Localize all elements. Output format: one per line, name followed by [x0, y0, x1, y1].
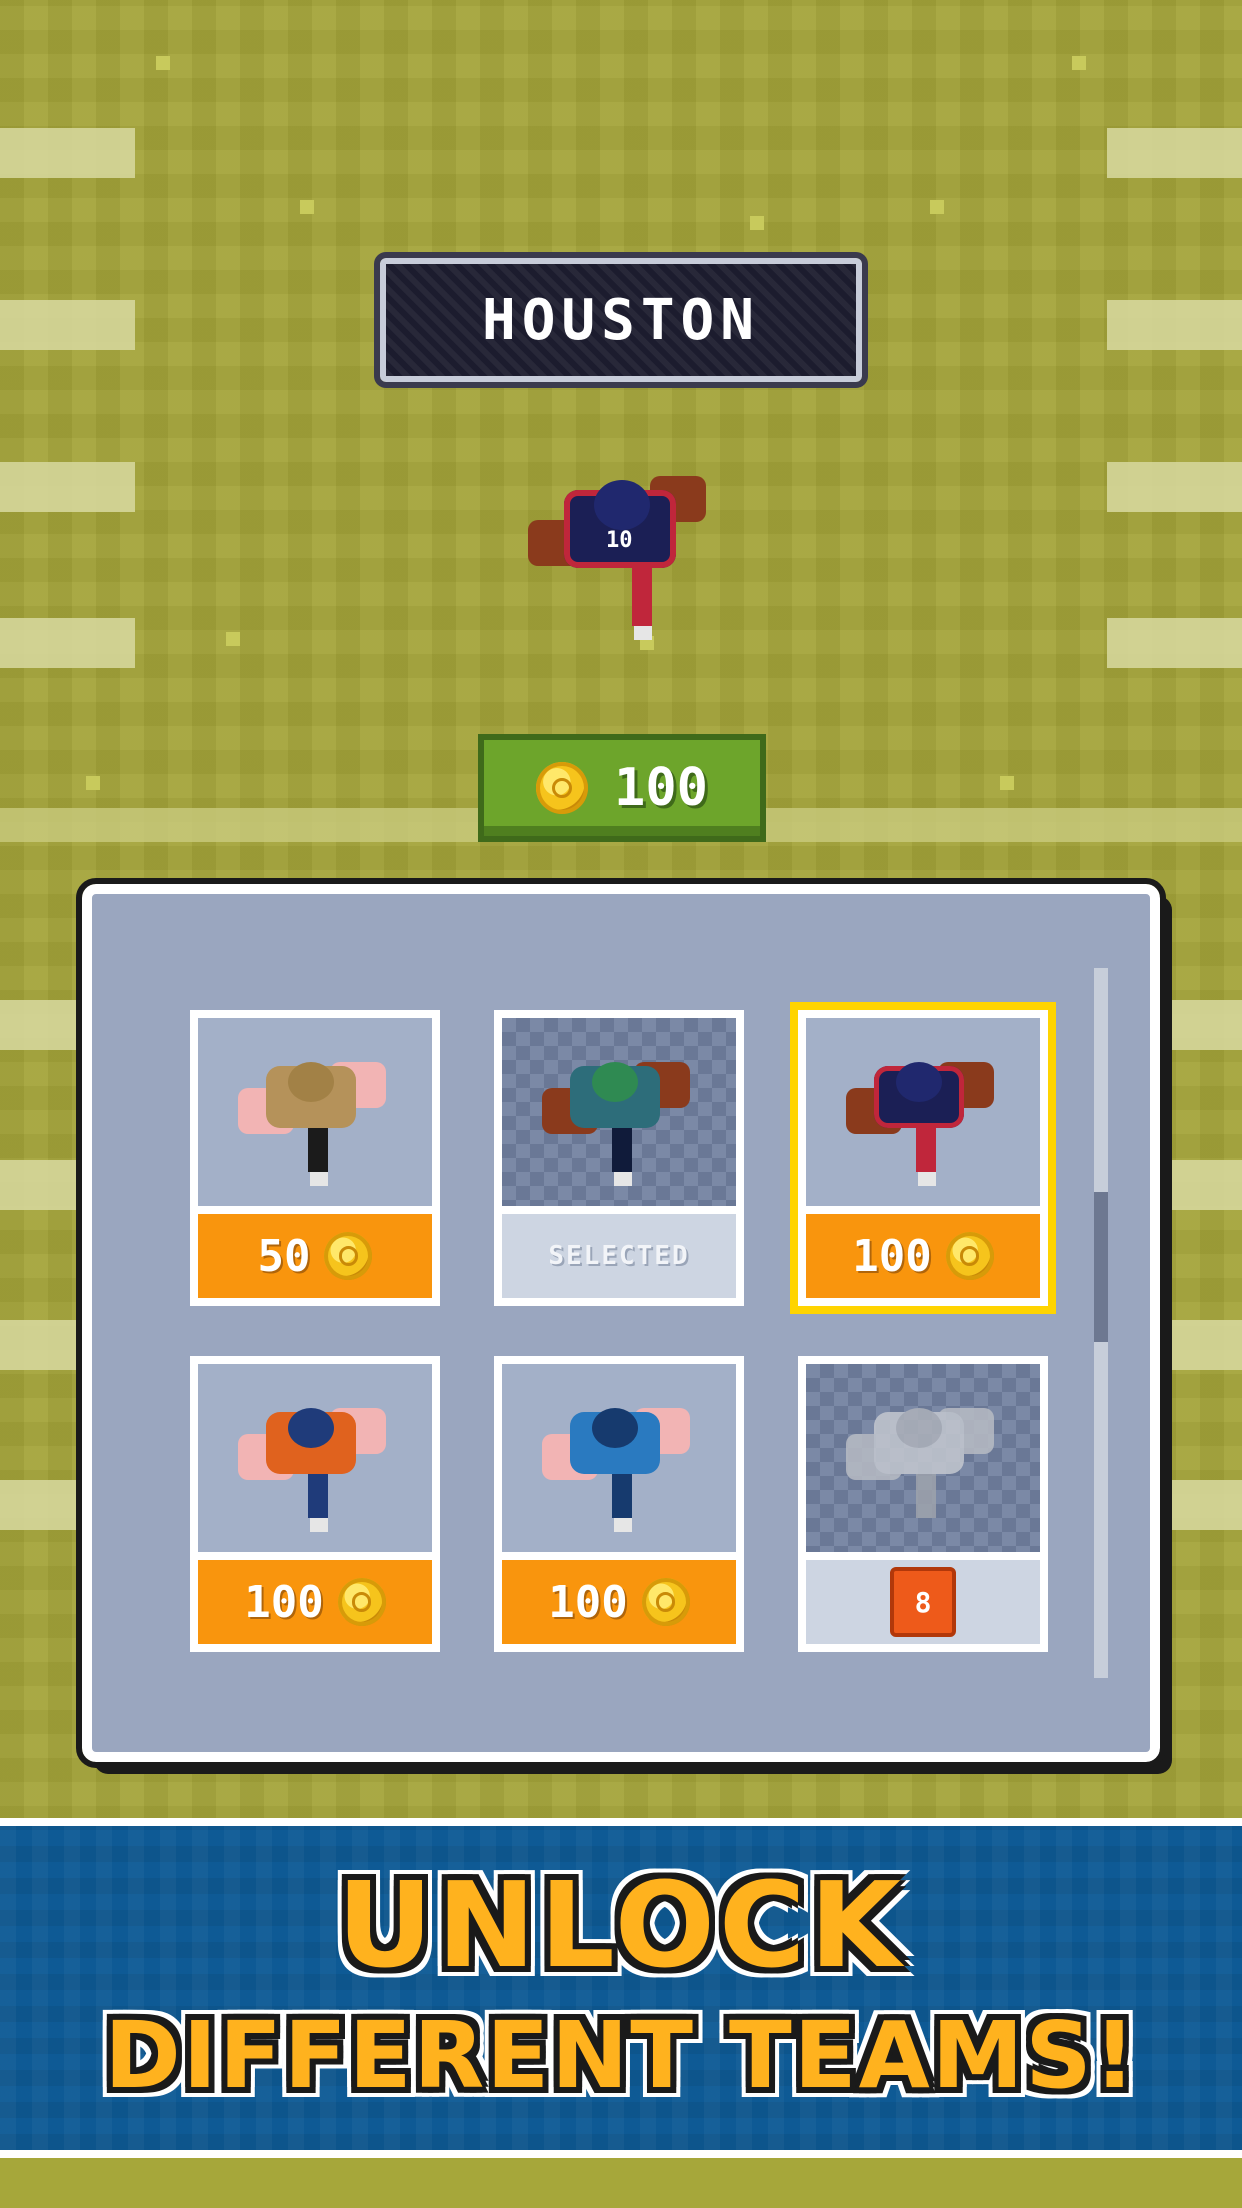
team-thumbnail — [198, 1018, 432, 1206]
player-sprite — [542, 1390, 692, 1540]
yard-marker — [0, 618, 135, 668]
locked-indicator: 8 — [806, 1560, 1040, 1644]
yard-marker — [0, 300, 135, 350]
field-bottom-strip — [0, 2158, 1242, 2208]
coin-icon — [536, 762, 589, 814]
coin-balance-amount: 100 — [614, 758, 708, 818]
price-amount: 50 — [257, 1230, 311, 1282]
locked-player-silhouette — [846, 1390, 996, 1540]
player-sprite — [238, 1390, 388, 1540]
team-card-green[interactable]: SELECTED — [494, 1010, 744, 1306]
grass-speck — [86, 776, 100, 790]
grass-speck — [1000, 776, 1014, 790]
yard-marker — [1107, 300, 1242, 350]
player-helmet — [594, 480, 650, 530]
yard-marker — [0, 462, 135, 512]
price-button[interactable]: 50 — [198, 1214, 432, 1298]
coin-icon — [945, 1232, 994, 1280]
coin-icon — [641, 1578, 690, 1626]
selected-label: SELECTED — [548, 1241, 690, 1271]
scrollbar-thumb[interactable] — [1094, 1192, 1108, 1342]
team-thumbnail — [198, 1364, 432, 1552]
player-sprite — [238, 1044, 388, 1194]
team-card-lightblue[interactable]: 100 — [494, 1356, 744, 1652]
player-leg — [632, 566, 652, 626]
price-amount: 100 — [244, 1576, 324, 1628]
team-name-banner: HOUSTON — [374, 252, 868, 388]
yard-marker — [1107, 618, 1242, 668]
team-card-locked[interactable]: 8 — [798, 1356, 1048, 1652]
price-button[interactable]: 100 — [198, 1560, 432, 1644]
price-amount: 100 — [852, 1230, 932, 1282]
yard-marker — [0, 128, 135, 178]
jersey-number: 10 — [606, 528, 633, 553]
coin-icon — [337, 1578, 386, 1626]
team-card-houston[interactable]: 100 — [790, 1002, 1056, 1314]
selected-indicator: SELECTED — [502, 1214, 736, 1298]
yard-marker — [1107, 462, 1242, 512]
team-thumbnail — [806, 1018, 1040, 1206]
grass-speck — [156, 56, 170, 70]
grass-speck — [930, 200, 944, 214]
grass-speck — [226, 632, 240, 646]
team-thumbnail — [502, 1364, 736, 1552]
player-sprite — [846, 1044, 996, 1194]
team-thumbnail — [502, 1018, 736, 1206]
coin-balance: 100 — [478, 734, 766, 842]
promo-headline: UNLOCK — [337, 1856, 905, 1994]
promo-subheadline: DIFFERENT TEAMS! — [104, 2002, 1138, 2109]
player-foot — [634, 626, 652, 640]
lock-level-badge: 8 — [890, 1567, 956, 1637]
player-preview-sprite: 10 — [528, 466, 708, 666]
grass-speck — [1072, 56, 1086, 70]
team-card-orange[interactable]: 100 — [190, 1356, 440, 1652]
team-thumbnail — [806, 1364, 1040, 1552]
grass-speck — [750, 216, 764, 230]
yard-marker — [1107, 128, 1242, 178]
coin-icon — [324, 1232, 373, 1280]
player-sprite — [542, 1044, 692, 1194]
price-button[interactable]: 100 — [806, 1214, 1040, 1298]
price-button[interactable]: 100 — [502, 1560, 736, 1644]
team-card-tan[interactable]: 50 — [190, 1010, 440, 1306]
grass-speck — [300, 200, 314, 214]
price-amount: 100 — [548, 1576, 628, 1628]
